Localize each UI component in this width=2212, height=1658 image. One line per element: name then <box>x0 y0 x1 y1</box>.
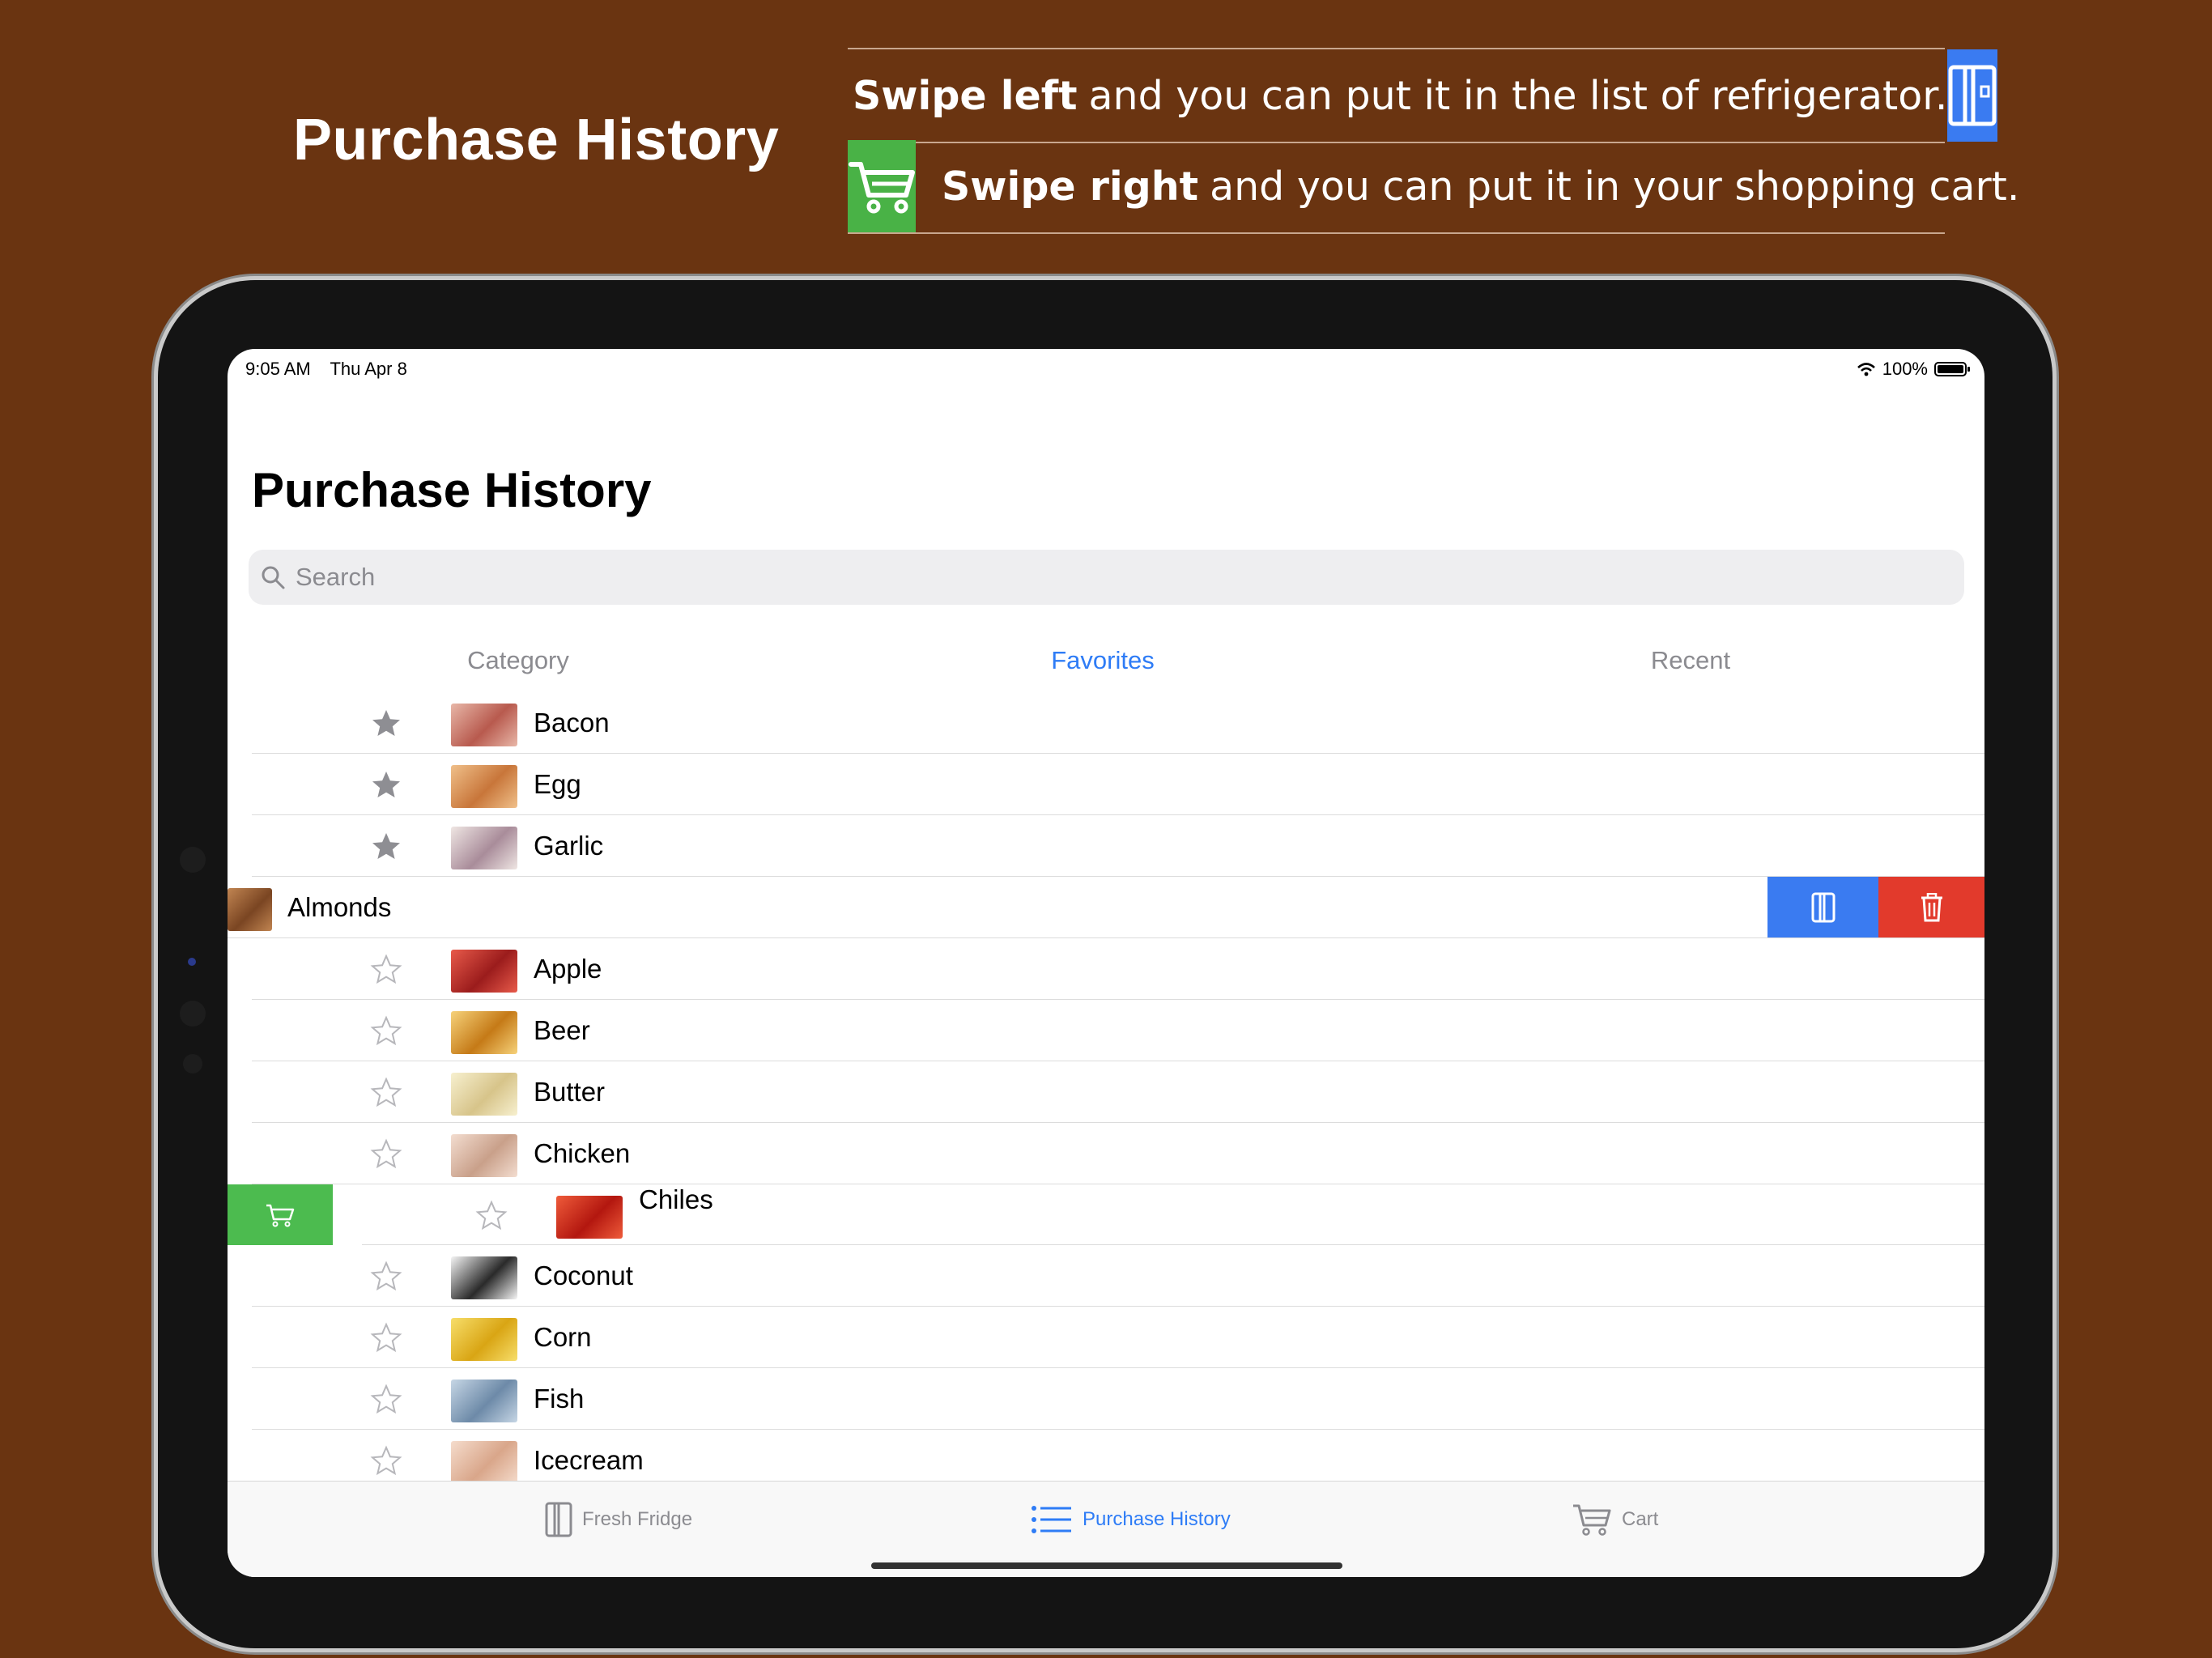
favorite-star-icon[interactable] <box>370 1322 402 1354</box>
list-item[interactable]: Garlic <box>252 815 1984 877</box>
home-indicator <box>871 1562 1342 1569</box>
tab-label: Purchase History <box>1083 1508 1231 1530</box>
food-thumbnail <box>451 827 517 869</box>
tab-bar: Fresh Fridge Purchase History Cart <box>228 1481 1984 1577</box>
item-name: Apple <box>534 953 602 984</box>
camera-lens <box>180 847 206 873</box>
status-bar: 9:05 AM Thu Apr 8 100% <box>245 357 1970 381</box>
wifi-icon <box>1857 363 1875 376</box>
search-icon <box>260 564 286 590</box>
item-name: Bacon <box>534 707 610 738</box>
cart-icon <box>848 140 916 232</box>
list-item[interactable]: Almonds <box>228 877 1984 938</box>
swipe-left-tip: Swipe left and you can put it in the lis… <box>848 48 1998 143</box>
app-screen: 9:05 AM Thu Apr 8 100% Purchase History … <box>228 349 1984 1577</box>
segment-category[interactable]: Category <box>228 632 809 689</box>
item-name: Chicken <box>534 1137 631 1168</box>
page-title: Purchase History <box>252 463 652 517</box>
swiped-row-content[interactable]: Chiles <box>362 1184 1984 1245</box>
food-thumbnail <box>451 1318 517 1361</box>
favorite-star-icon[interactable] <box>370 1445 402 1477</box>
swipe-right-tip: Swipe right and you can put it in your s… <box>848 140 2019 234</box>
favorite-star-icon[interactable] <box>370 831 402 863</box>
tab-label: Cart <box>1622 1508 1659 1530</box>
list-icon <box>1032 1506 1071 1533</box>
item-name: Butter <box>534 1076 606 1107</box>
item-name: Coconut <box>534 1260 633 1290</box>
fridge-icon <box>545 1502 572 1537</box>
favorite-star-icon[interactable] <box>370 1077 402 1109</box>
food-thumbnail <box>451 1073 517 1116</box>
camera-lens <box>180 1001 206 1027</box>
item-list: Bacon Egg Garlic Almonds Apple Beer Butter Chi… <box>228 692 1984 1491</box>
search-input[interactable] <box>294 562 1836 593</box>
food-thumbnail <box>451 950 517 993</box>
add-to-cart-button[interactable] <box>228 1184 333 1245</box>
tip-bold: Swipe right <box>942 163 1199 210</box>
food-thumbnail <box>451 1256 517 1299</box>
tab-fresh-fridge[interactable]: Fresh Fridge <box>545 1499 692 1540</box>
item-name: Fish <box>534 1383 585 1414</box>
food-thumbnail <box>556 1196 623 1239</box>
item-name: Icecream <box>534 1444 644 1475</box>
tip-text: and you can put it in the list of refrig… <box>1088 72 1948 119</box>
item-name: Garlic <box>534 830 604 861</box>
favorite-star-icon[interactable] <box>370 1138 402 1171</box>
list-item[interactable]: Chiles <box>228 1184 1984 1245</box>
item-name: Chiles <box>639 1184 713 1214</box>
favorite-star-icon[interactable] <box>370 1261 402 1293</box>
status-time: 9:05 AM <box>245 359 311 379</box>
list-item[interactable]: Apple <box>252 938 1984 1000</box>
favorite-star-icon[interactable] <box>370 708 402 740</box>
item-name: Almonds <box>287 891 392 922</box>
camera-lens <box>183 1054 202 1073</box>
food-thumbnail <box>451 704 517 746</box>
item-name: Beer <box>534 1014 590 1045</box>
food-thumbnail <box>228 888 272 931</box>
tab-purchase-history[interactable]: Purchase History <box>1031 1499 1231 1540</box>
trash-icon <box>1921 892 1942 921</box>
delete-button[interactable] <box>1878 877 1984 937</box>
favorite-star-icon[interactable] <box>370 769 402 801</box>
camera-sensor <box>188 958 196 966</box>
status-date: Thu Apr 8 <box>330 359 407 379</box>
move-to-fridge-button[interactable] <box>1767 877 1878 937</box>
food-thumbnail <box>451 1380 517 1422</box>
list-item[interactable]: Bacon <box>252 692 1984 754</box>
battery-icon <box>1934 362 1970 376</box>
item-name: Corn <box>534 1321 592 1352</box>
cart-icon <box>266 1204 295 1226</box>
tip-text: and you can put it in your shopping cart… <box>1210 163 2020 210</box>
list-item[interactable]: Corn <box>252 1307 1984 1368</box>
segment-recent[interactable]: Recent <box>1397 632 1984 689</box>
search-bar[interactable] <box>249 550 1964 605</box>
favorite-star-icon[interactable] <box>370 1384 402 1416</box>
list-item[interactable]: Coconut <box>252 1245 1984 1307</box>
item-name: Egg <box>534 768 581 799</box>
segment-control: Category Favorites Recent <box>228 632 1984 689</box>
food-thumbnail <box>451 1134 517 1177</box>
list-item[interactable]: Butter <box>252 1061 1984 1123</box>
cart-icon <box>1573 1504 1611 1536</box>
food-thumbnail <box>451 1011 517 1054</box>
list-item[interactable]: Fish <box>252 1368 1984 1430</box>
tab-label: Fresh Fridge <box>582 1508 693 1530</box>
food-thumbnail <box>451 765 517 808</box>
favorite-star-icon[interactable] <box>370 1015 402 1048</box>
food-thumbnail <box>451 1441 517 1484</box>
segment-favorites[interactable]: Favorites <box>809 632 1397 689</box>
fridge-icon <box>1947 49 1998 142</box>
list-item[interactable]: Beer <box>252 1000 1984 1061</box>
list-item[interactable]: Chicken <box>252 1123 1984 1184</box>
battery-percent: 100% <box>1882 359 1928 379</box>
tip-bold: Swipe left <box>853 72 1078 119</box>
list-item[interactable]: Egg <box>252 754 1984 815</box>
promo-title: Purchase History <box>293 108 780 172</box>
favorite-star-icon[interactable] <box>475 1200 508 1232</box>
tab-cart[interactable]: Cart <box>1572 1499 1658 1540</box>
favorite-star-icon[interactable] <box>370 954 402 986</box>
fridge-icon <box>1811 892 1835 922</box>
